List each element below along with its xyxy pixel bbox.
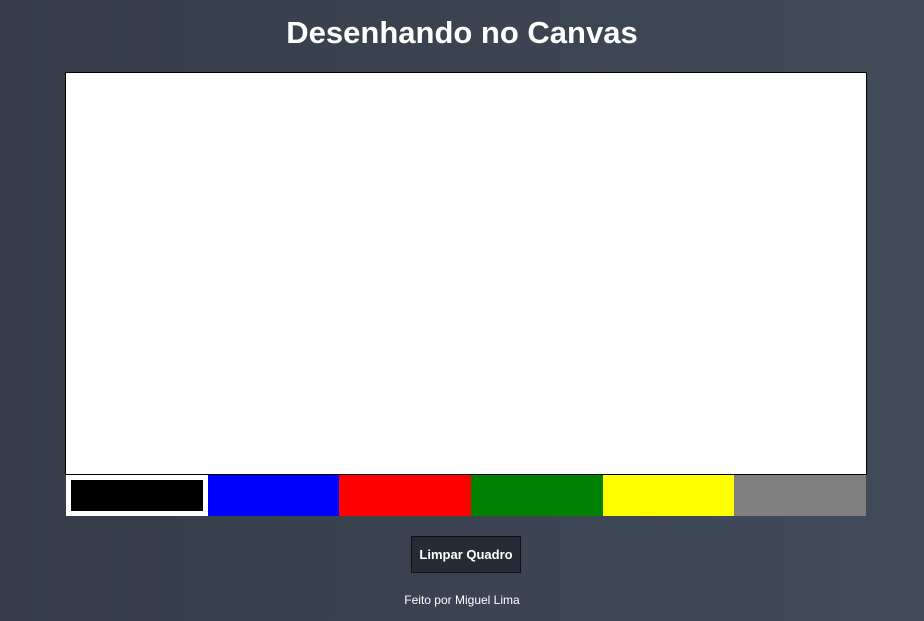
page-title: Desenhando no Canvas — [286, 15, 638, 50]
color-swatch-black[interactable] — [66, 475, 208, 516]
color-swatch-gray[interactable] — [734, 475, 867, 516]
footer-credit: Feito por Miguel Lima — [404, 593, 520, 607]
color-swatch-red[interactable] — [339, 475, 472, 516]
clear-canvas-button[interactable]: Limpar Quadro — [411, 536, 521, 573]
color-swatch-blue[interactable] — [207, 475, 340, 516]
color-swatch-yellow[interactable] — [602, 475, 735, 516]
drawing-canvas[interactable] — [65, 72, 867, 475]
color-swatch-green[interactable] — [471, 475, 603, 516]
color-palette — [66, 475, 867, 516]
